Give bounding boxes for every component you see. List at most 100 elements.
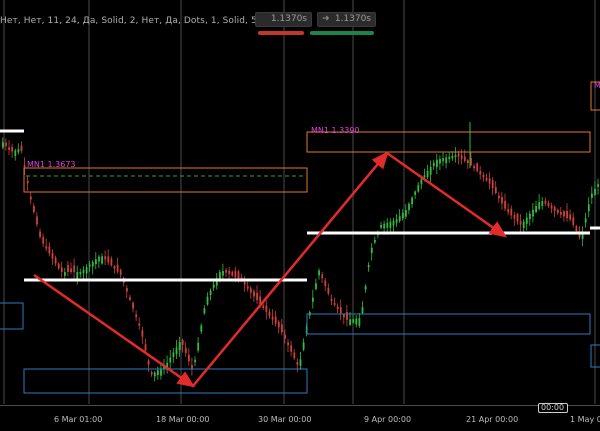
x-tick-label: 30 Mar 00:00	[258, 415, 312, 424]
down-candle	[510, 208, 513, 216]
down-candle	[268, 312, 271, 316]
up-candle	[355, 318, 358, 325]
down-candle	[485, 178, 488, 181]
up-candle	[312, 297, 314, 302]
down-candle	[184, 347, 187, 354]
down-candle	[287, 342, 289, 346]
up-candle	[14, 150, 17, 157]
down-candle	[473, 166, 475, 169]
up-candle	[525, 217, 528, 224]
down-candle	[296, 361, 299, 365]
down-candle	[343, 314, 345, 318]
up-candle	[529, 213, 531, 220]
down-candle	[333, 302, 336, 305]
down-candle	[144, 344, 147, 351]
up-candle	[178, 342, 181, 351]
down-candle	[336, 306, 339, 310]
x-tick-label: 6 Mar 01:00	[54, 415, 103, 424]
up-candle	[82, 269, 85, 274]
down-candle	[141, 330, 144, 337]
down-candle	[575, 226, 578, 231]
up-candle	[392, 220, 395, 226]
down-candle	[135, 314, 138, 318]
up-candle	[2, 142, 4, 148]
down-candle	[26, 180, 29, 184]
up-candle	[299, 359, 302, 366]
down-candle	[566, 210, 568, 218]
up-candle	[401, 213, 404, 219]
down-candle	[113, 266, 116, 269]
down-candle	[36, 216, 38, 225]
x-tick-label: 18 Mar 00:00	[156, 415, 210, 424]
down-candle	[479, 171, 482, 175]
up-candle	[172, 352, 175, 357]
up-candle	[426, 171, 429, 178]
up-candle	[364, 286, 367, 290]
up-candle	[408, 203, 410, 211]
x-tick-label: 21 Apr 00:00	[466, 415, 519, 424]
down-candle	[253, 291, 255, 297]
down-candle	[494, 187, 497, 194]
down-candle	[11, 147, 14, 152]
up-candle	[98, 256, 100, 262]
up-candle	[194, 359, 196, 363]
up-candle	[200, 325, 203, 332]
up-candle	[451, 155, 454, 159]
up-candle	[522, 221, 525, 229]
down-candle	[513, 215, 516, 219]
x-tick-label: 9 Apr 00:00	[364, 415, 412, 424]
down-candle	[556, 209, 559, 214]
down-candle	[48, 246, 51, 254]
down-candle	[5, 142, 7, 147]
down-candle	[544, 200, 547, 204]
down-candle	[234, 270, 237, 278]
up-candle	[79, 272, 82, 275]
down-candle	[51, 252, 54, 259]
down-candle	[501, 196, 503, 204]
down-candle	[256, 292, 258, 301]
up-candle	[157, 370, 159, 375]
down-candle	[73, 265, 76, 272]
up-candle	[203, 308, 206, 314]
up-candle	[212, 284, 215, 288]
up-candle	[432, 162, 435, 167]
demand-zone-1	[23, 368, 308, 394]
up-candle	[101, 256, 103, 264]
up-candle	[597, 184, 599, 187]
down-candle	[29, 196, 32, 200]
down-candle	[129, 297, 131, 301]
down-candle	[460, 155, 463, 159]
down-candle	[147, 360, 150, 365]
down-candle	[188, 354, 190, 362]
down-candle	[110, 258, 113, 266]
down-candle	[553, 207, 556, 212]
up-candle	[209, 290, 212, 295]
down-candle	[327, 287, 330, 294]
up-candle	[445, 157, 448, 163]
down-candle	[250, 288, 252, 293]
up-candle	[411, 197, 413, 205]
down-candle	[8, 147, 10, 150]
price-box-right[interactable]: ➜ 1.1370s	[317, 12, 376, 27]
up-candle	[175, 347, 178, 355]
demand-zone-left	[0, 302, 24, 330]
trend-arrow	[192, 151, 389, 387]
price-box-left[interactable]: 1.1370s	[255, 12, 312, 27]
up-candle	[367, 264, 370, 268]
down-candle	[42, 237, 45, 244]
down-candle	[504, 200, 506, 209]
up-candle	[318, 270, 320, 276]
up-candle	[169, 357, 172, 363]
up-candle	[222, 271, 224, 276]
up-candle	[398, 216, 401, 221]
zone-label-2: MN1 1.3390	[311, 126, 360, 135]
down-candle	[321, 274, 324, 279]
up-candle	[436, 159, 438, 168]
supply-zone-2	[306, 131, 591, 153]
down-candle	[70, 268, 72, 272]
down-candle	[507, 209, 510, 213]
down-candle	[463, 156, 466, 161]
up-candle	[414, 191, 417, 196]
price-chart[interactable]	[0, 0, 600, 431]
down-candle	[243, 281, 246, 285]
